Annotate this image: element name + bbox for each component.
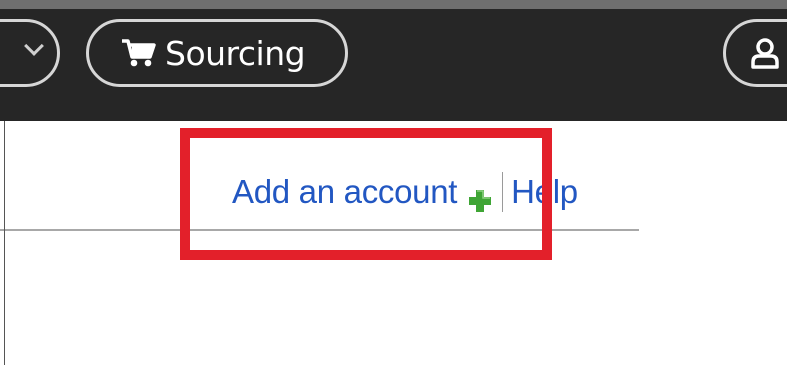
top-strip — [0, 0, 787, 9]
top-navbar: Sourcing — [0, 9, 787, 121]
chevron-down-icon — [24, 36, 44, 56]
nav-menu-button[interactable] — [0, 19, 60, 87]
sourcing-button[interactable]: Sourcing — [86, 19, 348, 87]
user-icon — [751, 38, 779, 69]
content-left-border — [4, 121, 5, 365]
sourcing-label: Sourcing — [165, 33, 306, 73]
cart-icon — [122, 39, 156, 67]
user-menu-button[interactable] — [723, 19, 787, 87]
page: Sourcing Add an account Help — [0, 0, 787, 365]
highlight-box — [180, 128, 552, 260]
